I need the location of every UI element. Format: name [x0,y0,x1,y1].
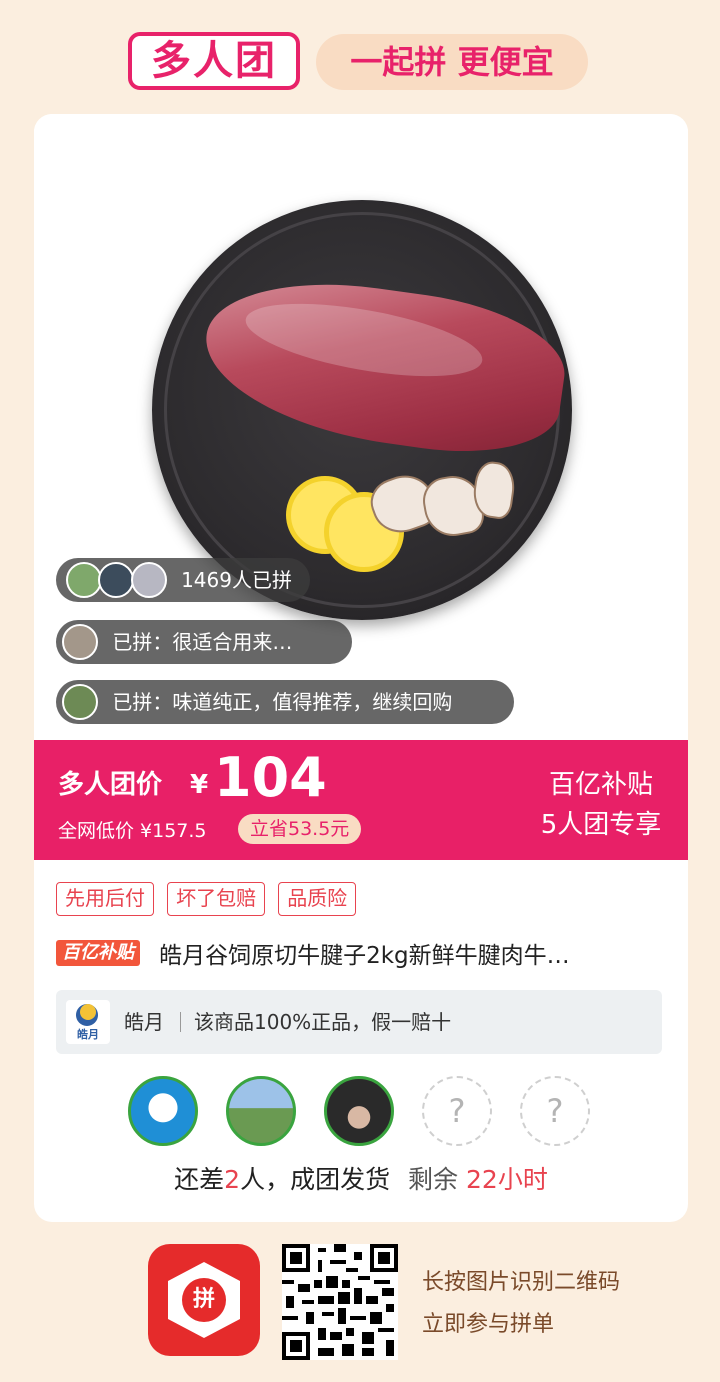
subsidy-subtitle: 5人团专享 [540,810,662,840]
joined-count-pill: 1469人已拼 [56,558,310,602]
subsidy-badge: 百亿补贴 [56,940,140,966]
brand-logo: 多人团 [128,32,300,90]
tag-quality-insurance: 品质险 [278,882,357,916]
avatar [62,624,98,660]
qr-code-icon[interactable] [282,1244,398,1360]
comment-pill: 已拼：很适合用来… [56,620,352,664]
currency-symbol: ¥ [190,770,209,800]
joined-count-text: 1469人已拼 [181,568,292,592]
member-avatar [324,1076,394,1146]
pinduoduo-app-icon: 拼 [148,1244,260,1356]
slogan-banner: 一起拼 更便宜 [316,34,588,90]
missing-count: 2 [224,1165,241,1194]
empty-slot[interactable]: ? [520,1076,590,1146]
service-tags: 先用后付 坏了包赔 品质险 [56,882,364,916]
avatar [66,562,102,598]
comment-text: 已拼：很适合用来… [112,630,293,654]
product-title-row[interactable]: 百亿补贴 皓月谷饲原切牛腱子2kg新鲜牛腱肉牛… [56,936,666,972]
shop-logo: 皓月 [66,1000,110,1044]
member-avatar [128,1076,198,1146]
empty-slot[interactable]: ? [422,1076,492,1146]
product-image[interactable]: 1469人已拼 已拼：很适合用来… 已拼：味道纯正，值得推荐，继续回购 [34,114,688,740]
avatar [130,562,167,598]
qr-hint-join: 立即参与拼单 [422,1312,555,1337]
remaining-label: 剩余 [408,1165,459,1194]
shop-promise: 该商品100%正品，假一赔十 [194,1010,452,1034]
subsidy-title: 百亿补贴 [548,770,653,800]
savings-badge: 立省53.5元 [238,814,362,844]
tag-pay-later: 先用后付 [56,882,154,916]
header: 多人团 一起拼 更便宜 [0,28,720,98]
remaining-time: 22小时 [466,1165,548,1194]
group-price: 104 [214,746,327,809]
subsidy-panel: 百亿补贴 5人团专享 [504,740,688,860]
price-bar: 多人团价 ¥ 104 全网低价 ¥157.5 立省53.5元 百亿补贴 5人团专… [34,740,688,860]
group-status: 还差2人，成团发货 剩余 22小时 [174,1165,548,1194]
product-card: 1469人已拼 已拼：很适合用来… 已拼：味道纯正，值得推荐，继续回购 多人团价… [34,114,688,1222]
footer: 拼 长按图片识别二维码 立即参与拼单 [0,1240,720,1360]
member-avatar [226,1076,296,1146]
avatar [98,562,135,598]
qr-hint: 长按图片识别二维码 [422,1270,621,1295]
shop-name: 皓月 [124,1010,164,1034]
group-price-label: 多人团价 [58,770,163,800]
product-title: 皓月谷饲原切牛腱子2kg新鲜牛腱肉牛… [159,943,570,969]
tag-damage-refund: 坏了包赔 [167,882,266,916]
comment-text: 已拼：味道纯正，值得推荐，继续回购 [112,690,453,714]
divider [180,1012,181,1032]
market-price: 全网低价 ¥157.5 [58,820,207,842]
group-members: ? ? [34,1076,688,1150]
shop-row[interactable]: 皓月 皓月 该商品100%正品，假一赔十 [56,990,662,1054]
comment-pill: 已拼：味道纯正，值得推荐，继续回购 [56,680,514,724]
avatar [62,684,98,720]
